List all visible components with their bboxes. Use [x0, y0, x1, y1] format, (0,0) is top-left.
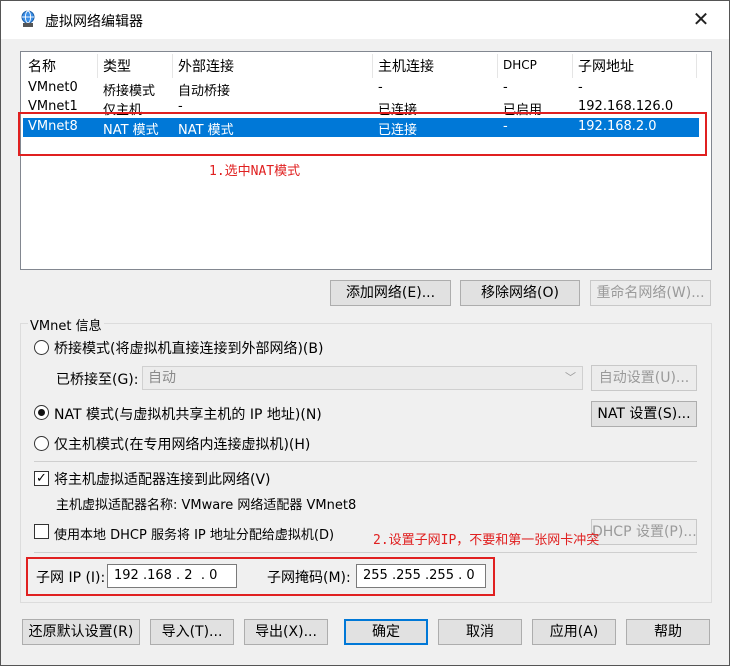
col-header-subnet[interactable]: 子网地址	[578, 56, 634, 76]
import-button[interactable]: 导入(T)...	[150, 619, 234, 645]
add-network-button[interactable]: 添加网络(E)...	[330, 280, 451, 306]
col-header-external[interactable]: 外部连接	[178, 56, 234, 76]
cell-subnet: -	[578, 80, 583, 95]
col-header-type[interactable]: 类型	[103, 56, 131, 76]
network-list[interactable]: 名称 类型 外部连接 主机连接 DHCP 子网地址 VMnet0 桥接模式 自动…	[20, 51, 712, 270]
help-button[interactable]: 帮助	[626, 619, 710, 645]
cell-host: -	[378, 80, 383, 95]
highlight-box-nat-row	[18, 112, 707, 156]
cell-type: 桥接模式	[103, 84, 156, 99]
adapter-name-text: 主机虚拟适配器名称: VMware 网络适配器 VMnet8	[56, 498, 357, 513]
bridge-mode-label[interactable]: 桥接模式(将虚拟机直接连接到外部网络)(B)	[54, 338, 323, 358]
nat-settings-button[interactable]: NAT 设置(S)...	[591, 401, 697, 427]
cell-name: VMnet0	[28, 80, 78, 95]
subnet-ip-label: 子网 IP (I):	[36, 570, 106, 586]
window-title: 虚拟网络编辑器	[45, 14, 143, 30]
export-button[interactable]: 导出(X)...	[244, 619, 328, 645]
subnet-ip-input[interactable]: 192 .168 . 2 . 0	[107, 564, 237, 588]
apply-button[interactable]: 应用(A)	[532, 619, 616, 645]
connect-adapter-checkbox[interactable]: ✓	[34, 471, 49, 486]
virtual-network-editor-window: 虚拟网络编辑器 ✕ 名称 类型 外部连接 主机连接 DHCP 子网地址 VMne…	[0, 0, 730, 666]
bridge-mode-radio[interactable]	[34, 340, 49, 355]
col-header-host[interactable]: 主机连接	[378, 56, 434, 76]
nat-mode-label[interactable]: NAT 模式(与虚拟机共享主机的 IP 地址)(N)	[54, 404, 322, 424]
ok-button[interactable]: 确定	[344, 619, 428, 645]
bridged-to-select[interactable]: 自动 ﹀	[142, 366, 583, 390]
host-only-radio[interactable]	[34, 436, 49, 451]
nat-mode-radio[interactable]	[34, 405, 49, 420]
close-icon[interactable]: ✕	[689, 7, 713, 31]
cell-external: 自动桥接	[178, 84, 231, 99]
cell-dhcp: -	[503, 80, 508, 95]
use-dhcp-checkbox[interactable]	[34, 524, 49, 539]
annotation-note-1: 1.选中NAT模式	[209, 164, 301, 179]
divider	[34, 552, 697, 553]
table-row[interactable]: VMnet0 桥接模式 自动桥接 - - -	[23, 79, 699, 99]
rename-network-button[interactable]: 重命名网络(W)...	[590, 280, 711, 306]
bridged-to-label: 已桥接至(G):	[56, 372, 139, 388]
host-only-label[interactable]: 仅主机模式(在专用网络内连接虚拟机)(H)	[54, 434, 310, 454]
restore-defaults-button[interactable]: 还原默认设置(R)	[22, 619, 140, 645]
subnet-mask-input[interactable]: 255 .255 .255 . 0	[356, 564, 486, 588]
bridged-to-value: 自动	[148, 370, 176, 386]
divider	[34, 461, 697, 462]
annotation-note-2: 2.设置子网IP，不要和第一张网卡冲突	[373, 533, 600, 548]
chevron-down-icon: ﹀	[565, 371, 576, 384]
list-header: 名称 类型 外部连接 主机连接 DHCP 子网地址	[21, 52, 711, 78]
cancel-button[interactable]: 取消	[438, 619, 522, 645]
network-globe-icon	[21, 10, 35, 27]
subnet-mask-label: 子网掩码(M):	[267, 570, 351, 586]
vmnet-info-title: VMnet 信息	[28, 315, 104, 334]
col-header-name[interactable]: 名称	[28, 56, 56, 76]
remove-network-button[interactable]: 移除网络(O)	[460, 280, 580, 306]
title-bar: 虚拟网络编辑器 ✕	[1, 1, 729, 39]
auto-settings-button[interactable]: 自动设置(U)...	[591, 365, 697, 391]
connect-adapter-label[interactable]: 将主机虚拟适配器连接到此网络(V)	[54, 469, 271, 489]
dhcp-settings-button[interactable]: DHCP 设置(P)...	[591, 519, 697, 545]
use-dhcp-label[interactable]: 使用本地 DHCP 服务将 IP 地址分配给虚拟机(D)	[54, 524, 334, 543]
col-header-dhcp[interactable]: DHCP	[503, 58, 537, 78]
